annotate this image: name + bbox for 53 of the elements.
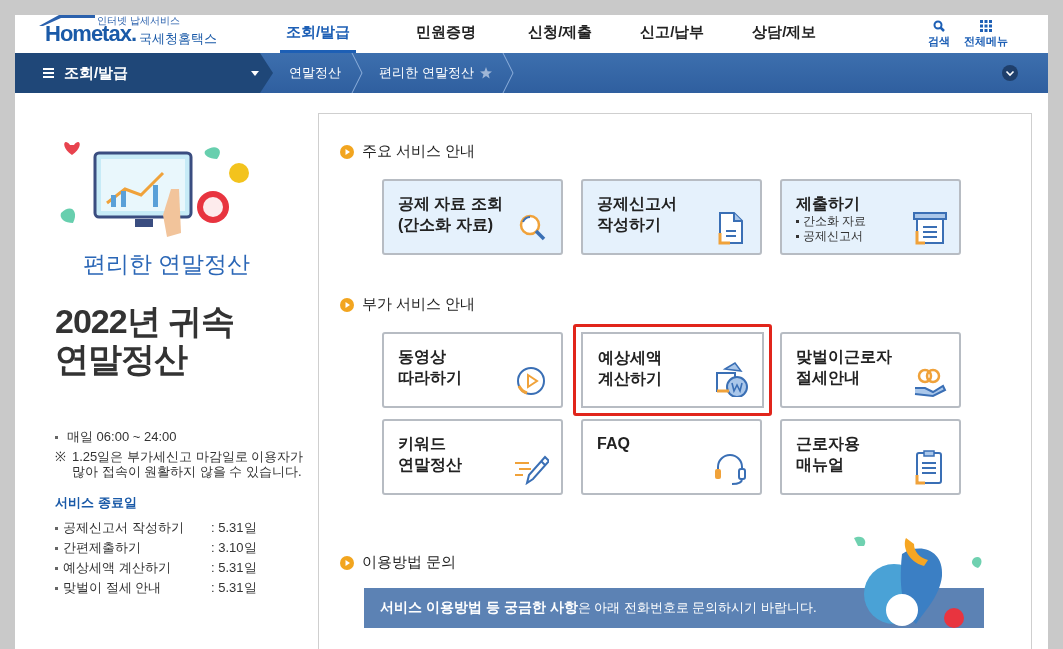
service-hours: 매일 06:00 ~ 24:00: [67, 428, 177, 446]
banner-text: 서비스 이용방법 등 궁금한 사항은 아래 전화번호로 문의하시기 바랍니다.: [380, 599, 817, 617]
search-icon: [933, 20, 945, 32]
service-name: 간편제출하기: [63, 539, 142, 557]
end-date: : 5.31일: [211, 519, 257, 537]
service-name: 예상세액 계산하기: [63, 559, 172, 577]
tray-icon: [911, 209, 947, 245]
service-card[interactable]: 공제 자료 조회 (간소화 자료): [382, 179, 563, 255]
grid-icon: [980, 20, 992, 32]
end-date: : 3.10일: [211, 539, 257, 557]
service-card[interactable]: 키워드 연말정산: [382, 419, 563, 495]
menu-icon: [43, 68, 54, 78]
play-bullet-icon: [340, 555, 354, 570]
nav-tab[interactable]: 상담/제보: [742, 15, 855, 53]
star-icon[interactable]: [479, 67, 492, 79]
service-card[interactable]: 예상세액 계산하기: [573, 324, 772, 416]
expand-icon[interactable]: [1002, 65, 1018, 81]
breadcrumb-separator: [351, 53, 363, 93]
nav-tab[interactable]: 민원증명: [406, 15, 519, 53]
service-name: 공제신고서 작성하기: [63, 519, 185, 537]
play-bullet-icon: [340, 144, 354, 159]
notice-text: 1.25일은 부가세신고 마감일로 이용자가 많아 접속이 원활하지 않을 수 있습니다.: [72, 449, 305, 479]
section-heading: 부가 서비스 안내: [362, 295, 476, 314]
breadcrumb-separator: [501, 53, 514, 93]
breadcrumb-link[interactable]: 편리한 연말정산: [357, 53, 514, 93]
menu-button[interactable]: 전체메뉴: [964, 15, 1008, 53]
play-bullet-icon: [340, 297, 354, 312]
logo-tagline: 인터넷 납세서비스: [97, 15, 180, 26]
section-heading: 이용방법 문의: [362, 553, 457, 572]
service-card[interactable]: 제출하기 간소화 자료 공제신고서: [780, 179, 961, 255]
service-card[interactable]: 맞벌이근로자 절세안내: [780, 332, 961, 408]
hero-subtitle: 편리한 연말정산: [83, 250, 252, 279]
section-heading: 주요 서비스 안내: [362, 142, 476, 161]
notice-mark: ※: [55, 449, 66, 466]
card-note: 간소화 자료: [803, 214, 867, 229]
menu-dropdown[interactable]: 조회/발급: [15, 53, 273, 93]
roof-icon: [37, 13, 97, 27]
nav-tab[interactable]: 신고/납부: [630, 15, 743, 53]
nav-tab[interactable]: 신청/제출: [518, 15, 631, 53]
end-date: : 5.31일: [211, 559, 257, 577]
service-card[interactable]: 근로자용 매뉴얼: [780, 419, 961, 495]
service-name: 맞벌이 절세 안내: [63, 579, 163, 597]
section-heading: 서비스 종료일: [55, 494, 138, 512]
service-card[interactable]: FAQ: [581, 419, 762, 495]
service-card[interactable]: 동영상 따라하기: [382, 332, 563, 408]
page-title: 2022년 귀속 연말정산: [55, 302, 236, 378]
logo-text: 국세청홈택스: [139, 32, 218, 45]
service-card[interactable]: 공제신고서 작성하기: [581, 179, 762, 255]
caret-icon: [251, 70, 259, 76]
search-button[interactable]: 검색: [928, 15, 950, 53]
end-date: : 5.31일: [211, 579, 257, 597]
money-bag-icon: [713, 361, 749, 397]
card-note: 공제신고서: [803, 229, 863, 244]
